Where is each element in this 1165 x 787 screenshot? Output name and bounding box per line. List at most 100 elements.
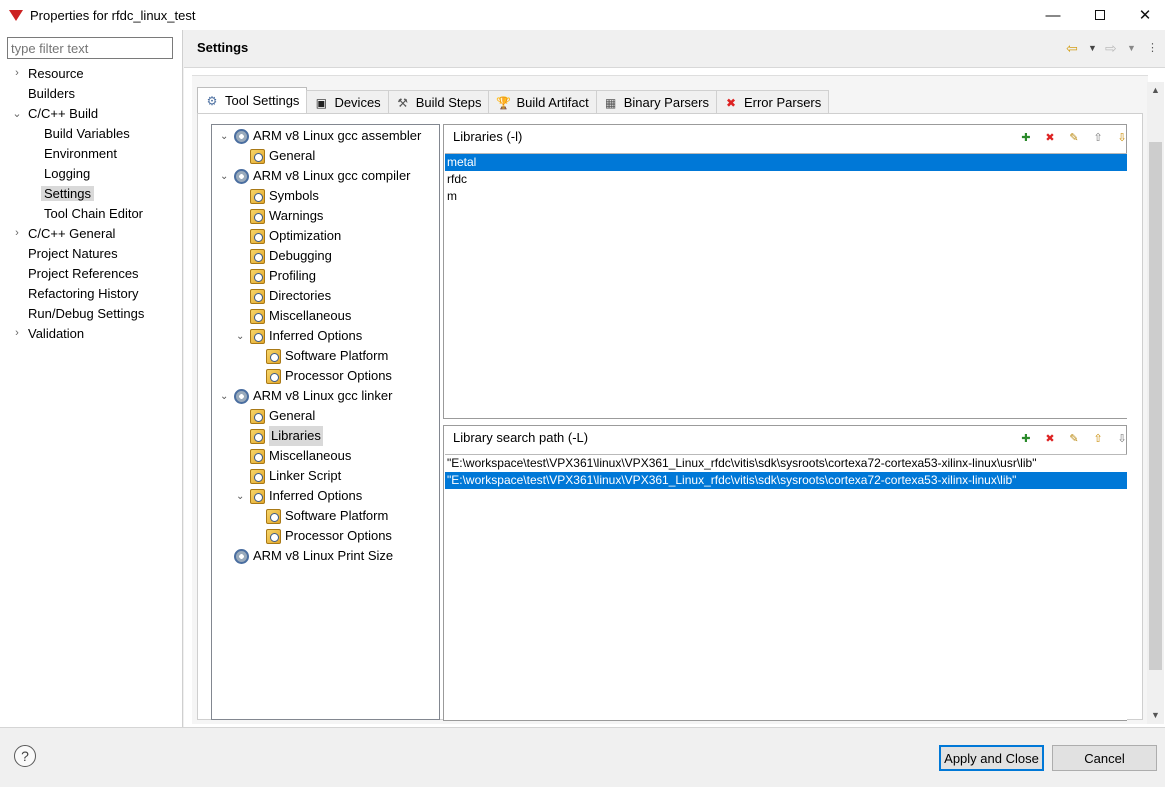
nav-item-resource[interactable]: Resource bbox=[28, 64, 84, 84]
tree-item[interactable]: Miscellaneous bbox=[250, 306, 351, 326]
tree-item[interactable]: ARM v8 Linux gcc linker bbox=[234, 386, 392, 406]
scroll-thumb[interactable] bbox=[1149, 142, 1162, 670]
move-up-icon[interactable]: ⇧ bbox=[1090, 430, 1106, 446]
nav-item-c-c-build[interactable]: C/C++ Build bbox=[28, 104, 98, 124]
list-item[interactable]: "E:\workspace\test\VPX361\linux\VPX361_L… bbox=[445, 472, 1127, 489]
move-up-icon[interactable]: ⇧ bbox=[1090, 129, 1106, 145]
edit-icon[interactable]: ✎ bbox=[1066, 430, 1082, 446]
add-icon[interactable]: ✚ bbox=[1018, 129, 1034, 145]
tree-item[interactable]: ARM v8 Linux gcc assembler bbox=[234, 126, 421, 146]
tree-item[interactable]: Warnings bbox=[250, 206, 323, 226]
forward-icon[interactable]: ⇨ bbox=[1105, 40, 1117, 57]
tree-item[interactable]: Debugging bbox=[250, 246, 332, 266]
dropdown-icon[interactable]: ▼ bbox=[1088, 43, 1097, 53]
tree-item[interactable]: Symbols bbox=[250, 186, 319, 206]
list-item[interactable]: metal bbox=[445, 154, 1127, 171]
tool-settings-icon: ⚙ bbox=[206, 93, 218, 108]
nav-item-label: C/C++ General bbox=[28, 226, 116, 241]
tab-error-parsers[interactable]: ✖ Error Parsers bbox=[715, 90, 830, 114]
list-item[interactable]: "E:\workspace\test\VPX361\linux\VPX361_L… bbox=[445, 455, 1127, 472]
tab-devices[interactable]: ▣ Devices bbox=[306, 90, 389, 114]
menu-icon[interactable]: ⋮ bbox=[1147, 41, 1158, 54]
scroll-up-icon[interactable]: ▲ bbox=[1147, 82, 1164, 99]
nav-item-environment[interactable]: Environment bbox=[44, 144, 117, 164]
nav-item-refactoring-history[interactable]: Refactoring History bbox=[28, 284, 139, 304]
nav-item-run-debug-settings[interactable]: Run/Debug Settings bbox=[28, 304, 144, 324]
minimize-button[interactable]: — bbox=[1030, 0, 1076, 30]
list-item[interactable]: m bbox=[445, 188, 1127, 205]
back-icon[interactable]: ⇦ bbox=[1066, 40, 1078, 57]
filter-input[interactable] bbox=[7, 37, 173, 59]
tree-item-label: Symbols bbox=[269, 188, 319, 203]
libraries-list[interactable]: metal rfdc m bbox=[445, 153, 1127, 418]
tab-build-artifact[interactable]: 🏆 Build Artifact bbox=[488, 90, 597, 114]
tool-settings-tree: ⌄ ARM v8 Linux gcc assembler General ⌄ ARM v… bbox=[211, 124, 440, 720]
list-item[interactable]: rfdc bbox=[445, 171, 1127, 188]
settings-folder-icon bbox=[250, 208, 265, 224]
tree-item[interactable]: ARM v8 Linux gcc compiler bbox=[234, 166, 411, 186]
collapse-arrow-icon[interactable]: ⌄ bbox=[220, 167, 230, 187]
nav-item-label: Tool Chain Editor bbox=[44, 206, 143, 221]
edit-icon[interactable]: ✎ bbox=[1066, 129, 1082, 145]
tree-item[interactable]: General bbox=[250, 406, 315, 426]
tree-item[interactable]: Directories bbox=[250, 286, 331, 306]
tree-item[interactable]: Software Platform bbox=[266, 346, 388, 366]
tree-item[interactable]: Software Platform bbox=[266, 506, 388, 526]
tab-build-steps[interactable]: ⚒ Build Steps bbox=[387, 90, 490, 114]
dropdown-icon[interactable]: ▼ bbox=[1127, 43, 1136, 53]
tree-item[interactable]: Miscellaneous bbox=[250, 446, 351, 466]
tab-binary-parsers[interactable]: ▦ Binary Parsers bbox=[595, 90, 717, 114]
tab-tool-settings[interactable]: ⚙ Tool Settings bbox=[197, 87, 308, 113]
nav-item-project-references[interactable]: Project References bbox=[28, 264, 139, 284]
tree-item[interactable]: Libraries bbox=[250, 426, 323, 446]
collapse-arrow-icon[interactable]: ⌄ bbox=[236, 327, 246, 347]
delete-icon[interactable]: ✖ bbox=[1042, 129, 1058, 145]
nav-item-tool-chain-editor[interactable]: Tool Chain Editor bbox=[44, 204, 143, 224]
collapse-arrow-icon[interactable]: ⌄ bbox=[220, 127, 230, 147]
tab-label: Build Steps bbox=[415, 95, 482, 110]
search-path-list[interactable]: "E:\workspace\test\VPX361\linux\VPX361_L… bbox=[445, 454, 1127, 720]
expand-arrow-icon[interactable]: › bbox=[11, 227, 23, 239]
nav-item-label: Validation bbox=[28, 326, 85, 341]
nav-item-settings[interactable]: Settings bbox=[41, 184, 94, 204]
tree-item[interactable]: General bbox=[250, 146, 315, 166]
nav-item-label: Build Variables bbox=[44, 126, 130, 141]
nav-item-build-variables[interactable]: Build Variables bbox=[44, 124, 130, 144]
tab-label: Binary Parsers bbox=[623, 95, 709, 110]
help-icon[interactable]: ? bbox=[14, 745, 36, 767]
tree-item[interactable]: Inferred Options bbox=[250, 326, 362, 346]
scroll-down-icon[interactable]: ▼ bbox=[1147, 707, 1164, 724]
maximize-button[interactable] bbox=[1077, 0, 1123, 30]
nav-item-validation[interactable]: Validation bbox=[28, 324, 84, 344]
delete-icon[interactable]: ✖ bbox=[1042, 430, 1058, 446]
tree-item[interactable]: Processor Options bbox=[266, 366, 392, 386]
close-button[interactable]: ✕ bbox=[1122, 0, 1165, 30]
tree-item[interactable]: Processor Options bbox=[266, 526, 392, 546]
nav-item-builders[interactable]: Builders bbox=[28, 84, 75, 104]
nav-item-project-natures[interactable]: Project Natures bbox=[28, 244, 118, 264]
expand-arrow-icon[interactable]: ⌄ bbox=[11, 107, 23, 120]
tree-item-label: Miscellaneous bbox=[269, 308, 352, 323]
expand-arrow-icon[interactable]: › bbox=[11, 67, 23, 79]
move-down-icon[interactable]: ⇩ bbox=[1114, 129, 1130, 145]
apply-and-close-button[interactable]: Apply and Close bbox=[939, 745, 1044, 771]
settings-folder-icon bbox=[250, 268, 265, 284]
tree-item[interactable]: Profiling bbox=[250, 266, 316, 286]
cancel-button[interactable]: Cancel bbox=[1052, 745, 1157, 771]
collapse-arrow-icon[interactable]: ⌄ bbox=[220, 387, 230, 407]
expand-arrow-icon[interactable]: › bbox=[11, 327, 23, 339]
settings-folder-icon bbox=[250, 448, 265, 464]
add-icon[interactable]: ✚ bbox=[1018, 430, 1034, 446]
bottom-bar: ? Apply and Close Cancel bbox=[0, 727, 1165, 787]
tree-item[interactable]: ARM v8 Linux Print Size bbox=[234, 546, 393, 566]
nav-item-logging[interactable]: Logging bbox=[44, 164, 90, 184]
tree-item[interactable]: Linker Script bbox=[250, 466, 341, 486]
nav-item-c-c-general[interactable]: C/C++ General bbox=[28, 224, 115, 244]
nav-item-label: Environment bbox=[44, 146, 117, 161]
collapse-arrow-icon[interactable]: ⌄ bbox=[236, 487, 246, 507]
move-down-icon[interactable]: ⇩ bbox=[1114, 430, 1130, 446]
tree-item[interactable]: Inferred Options bbox=[250, 486, 362, 506]
vertical-scrollbar[interactable]: ▲ ▼ bbox=[1147, 82, 1164, 724]
page-title: Settings bbox=[197, 40, 249, 55]
tree-item[interactable]: Optimization bbox=[250, 226, 341, 246]
